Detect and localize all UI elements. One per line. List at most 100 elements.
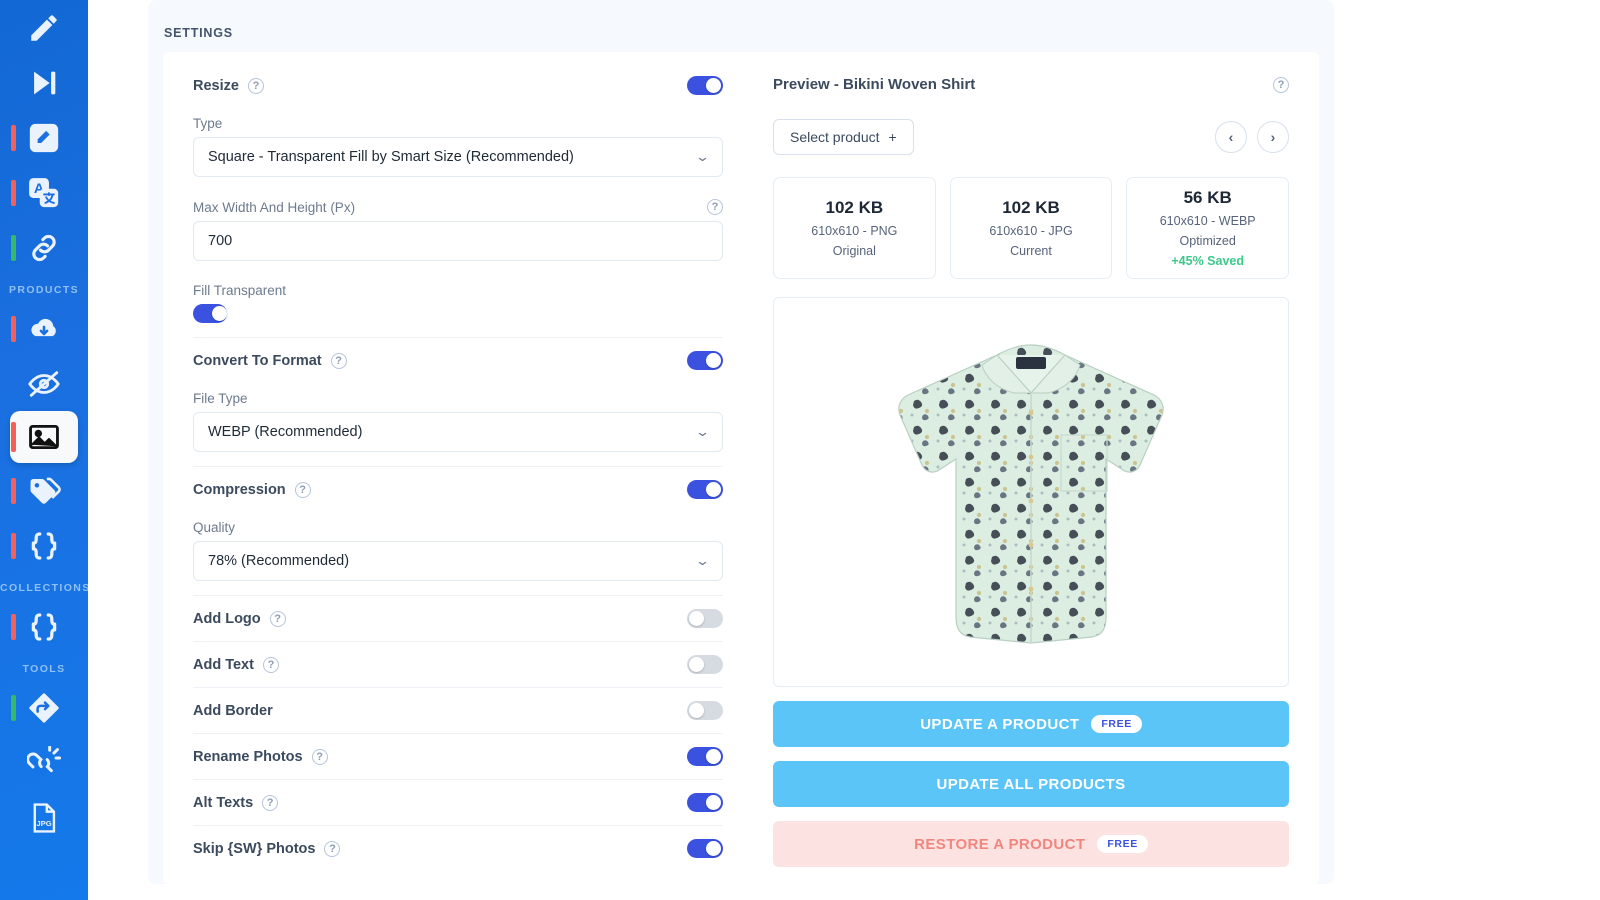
quality-field: Quality 78% (Recommended) ⌄ — [193, 520, 723, 595]
plus-icon: + — [888, 129, 897, 145]
sidebar-item-cloud-download[interactable] — [0, 301, 88, 356]
quality-select[interactable]: 78% (Recommended) ⌄ — [193, 541, 723, 581]
stat-tag: Optimized — [1179, 234, 1236, 248]
setting-label-add-text: Add Text? — [193, 656, 279, 673]
sidebar-item-image[interactable] — [10, 411, 78, 463]
toggle-knob — [689, 611, 704, 626]
resize-toggle[interactable] — [687, 76, 723, 95]
sidebar-item-eye-off[interactable] — [0, 356, 88, 411]
settings-panel: SETTINGS Resize ? Type Square - Transpar… — [148, 0, 1334, 884]
help-icon[interactable]: ? — [330, 352, 347, 369]
svg-text:JPG: JPG — [36, 818, 51, 827]
resize-label: Resize — [193, 77, 239, 94]
rename-photos-toggle[interactable] — [687, 747, 723, 766]
sidebar-item-broken-link[interactable] — [0, 735, 88, 790]
toggle-knob — [706, 749, 721, 764]
setting-row-alt-texts[interactable]: Alt Texts? — [193, 779, 723, 825]
sidebar-item-braces[interactable] — [0, 518, 88, 573]
help-icon[interactable]: ? — [294, 481, 311, 498]
help-icon[interactable]: ? — [269, 610, 286, 627]
setting-label-skip-sw-photos: Skip {SW} Photos? — [193, 840, 341, 857]
sidebar-item-edit-square[interactable] — [0, 110, 88, 165]
update-all-products-button[interactable]: UPDATE ALL PRODUCTS — [773, 761, 1289, 807]
product-image-preview — [773, 297, 1289, 687]
skip-sw-photos-label: Skip {SW} Photos — [193, 840, 316, 857]
setting-row-compression[interactable]: Compression ? — [193, 466, 723, 512]
redirect-icon — [27, 691, 61, 725]
setting-row-add-text[interactable]: Add Text? — [193, 641, 723, 687]
next-product-button[interactable]: › — [1257, 121, 1289, 153]
sidebar-item-redirect[interactable] — [0, 680, 88, 735]
help-icon[interactable]: ? — [247, 77, 264, 94]
link-chain-icon — [27, 231, 61, 265]
sidebar-item-tags[interactable] — [0, 463, 88, 518]
help-icon[interactable]: ? — [707, 199, 723, 215]
sidebar-item-translate[interactable]: A — [0, 165, 88, 220]
help-icon[interactable]: ? — [311, 748, 328, 765]
skip-sw-photos-toggle[interactable] — [687, 839, 723, 858]
fill-transparent-toggle[interactable] — [193, 304, 227, 323]
select-product-label: Select product — [790, 129, 880, 145]
sidebar-accent-bar — [11, 315, 16, 342]
max-width-height-field: Max Width And Height (Px) ? 700 — [193, 199, 723, 275]
resize-type-label: Type — [193, 116, 723, 131]
add-border-toggle[interactable] — [687, 701, 723, 720]
preview-title: Preview - Bikini Woven Shirt — [773, 76, 976, 93]
help-icon[interactable]: ? — [1273, 76, 1289, 93]
chevron-down-icon: ⌄ — [694, 149, 711, 164]
setting-row-convert-to-format[interactable]: Convert To Format ? — [193, 337, 723, 383]
simple-setting-rows: Add Logo? Add Text? Add Border Rename Photo… — [193, 595, 723, 871]
sidebar-accent-bar — [11, 477, 16, 504]
alt-texts-toggle[interactable] — [687, 793, 723, 812]
resize-type-select[interactable]: Square - Transparent Fill by Smart Size … — [193, 137, 723, 177]
quality-value: 78% (Recommended) — [208, 553, 350, 569]
help-icon[interactable]: ? — [262, 656, 279, 673]
add-logo-label: Add Logo — [193, 610, 261, 627]
restore-a-product-label: RESTORE A PRODUCT — [914, 835, 1086, 853]
max-width-height-label-text: Max Width And Height (Px) — [193, 199, 356, 215]
max-width-height-input[interactable]: 700 — [193, 221, 723, 261]
convert-toggle[interactable] — [687, 351, 723, 370]
stat-dimensions: 610x610 - PNG — [811, 224, 898, 238]
help-icon[interactable]: ? — [262, 794, 279, 811]
compression-toggle[interactable] — [687, 480, 723, 499]
add-text-label: Add Text — [193, 656, 254, 673]
sidebar-accent-bar — [11, 179, 16, 206]
setting-row-rename-photos[interactable]: Rename Photos? — [193, 733, 723, 779]
sidebar-item-link-chain[interactable] — [0, 220, 88, 275]
setting-row-add-border[interactable]: Add Border — [193, 687, 723, 733]
sidebar-item-jpg-file[interactable]: JPG — [0, 790, 88, 845]
max-width-height-value: 700 — [208, 233, 233, 249]
tags-icon — [27, 474, 61, 508]
stat-dimensions: 610x610 - JPG — [989, 224, 1073, 238]
sidebar-item-braces[interactable] — [0, 599, 88, 654]
select-product-button[interactable]: Select product + — [773, 119, 914, 155]
skip-forward-icon — [27, 66, 61, 100]
sidebar-item-pencil[interactable] — [0, 0, 88, 55]
update-a-product-label: UPDATE A PRODUCT — [920, 715, 1080, 733]
toggle-knob — [706, 482, 721, 497]
setting-label-resize: Resize ? — [193, 77, 264, 94]
restore-a-product-button[interactable]: RESTORE A PRODUCT FREE — [773, 821, 1289, 867]
setting-row-add-logo[interactable]: Add Logo? — [193, 595, 723, 641]
alt-texts-label: Alt Texts — [193, 794, 254, 811]
previous-product-button[interactable]: ‹ — [1215, 121, 1247, 153]
stat-size: 56 KB — [1183, 188, 1232, 207]
resize-type-value: Square - Transparent Fill by Smart Size … — [208, 149, 574, 165]
file-type-select[interactable]: WEBP (Recommended) ⌄ — [193, 412, 723, 452]
compression-label: Compression — [193, 481, 286, 498]
add-text-toggle[interactable] — [687, 655, 723, 674]
update-a-product-button[interactable]: UPDATE A PRODUCT FREE — [773, 701, 1289, 747]
max-width-height-label: Max Width And Height (Px) ? — [193, 199, 723, 215]
sidebar-item-skip-forward[interactable] — [0, 55, 88, 110]
setting-row-skip-sw-photos[interactable]: Skip {SW} Photos? — [193, 825, 723, 871]
setting-row-resize[interactable]: Resize ? — [193, 62, 723, 108]
free-badge: FREE — [1091, 715, 1142, 733]
add-logo-toggle[interactable] — [687, 609, 723, 628]
toggle-knob — [689, 657, 704, 672]
broken-link-icon — [27, 745, 61, 780]
sidebar-accent-bar — [11, 613, 16, 640]
sidebar-section-tools: TOOLS — [22, 663, 66, 675]
help-icon[interactable]: ? — [324, 840, 341, 857]
setting-label-add-border: Add Border — [193, 703, 273, 719]
